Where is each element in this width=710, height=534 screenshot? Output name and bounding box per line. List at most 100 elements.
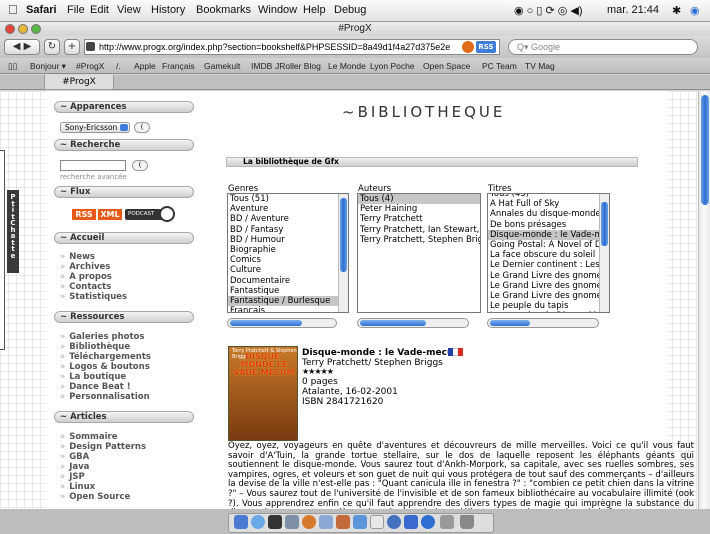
scrollbar-thumb[interactable] [230, 320, 302, 326]
bluetooth-icon[interactable]: ✱ [672, 4, 681, 17]
menu-safari[interactable]: Safari [26, 4, 57, 16]
sidebar-item-archives[interactable]: » Archives [60, 262, 110, 272]
status-icons[interactable]: ◉ ○ ▯ ⟳ ◎ ◀) [514, 4, 583, 17]
sidebar-item-a-propos[interactable]: » A propos [60, 272, 112, 282]
titres-option[interactable]: Les annales du Disque-Mon [488, 311, 609, 312]
titres-option[interactable]: Annales du disque-monde 0 [488, 209, 609, 219]
rss-feed-button[interactable]: RSS [72, 209, 96, 220]
rss-button[interactable]: RSS [476, 41, 496, 53]
tab-progx[interactable]: #ProgX [44, 75, 114, 90]
google-search-field[interactable]: Q▾ Google [508, 39, 698, 55]
bookmark-item[interactable]: Apple [134, 61, 156, 71]
titres-option[interactable]: Going Postal: A Novel of Dis [488, 240, 609, 250]
terminal-icon[interactable] [268, 515, 282, 529]
sidebar-item-logos[interactable]: » Logos & boutons [60, 362, 150, 372]
bookmark-item[interactable]: /. [116, 61, 121, 71]
titres-option[interactable]: Le peuple du tapis [488, 301, 609, 311]
search-field[interactable] [60, 160, 126, 171]
menu-history[interactable]: History [151, 4, 185, 16]
bookmark-item[interactable]: TV Mag [525, 61, 555, 71]
globe-icon[interactable] [421, 515, 435, 529]
sidebar-item-open-source[interactable]: » Open Source [60, 492, 130, 502]
trash-icon[interactable] [460, 515, 474, 529]
bookmark-item[interactable]: Le Monde [328, 61, 366, 71]
auteurs-option[interactable]: Terry Pratchett, Stephen Brigg [358, 235, 480, 245]
bookmark-item[interactable]: JRoller Blog [275, 61, 321, 71]
genres-option[interactable]: BD / Fantasy [228, 225, 348, 235]
sidebar-item-galeries[interactable]: » Galeries photos [60, 332, 144, 342]
auteurs-hscrollbar[interactable] [357, 318, 469, 328]
bookmark-item[interactable]: Lyon Poche [370, 61, 415, 71]
genres-option[interactable]: BD / Humour [228, 235, 348, 245]
xml-feed-button[interactable]: XML [98, 209, 122, 220]
firefox-icon[interactable] [302, 515, 316, 529]
calendar-icon[interactable] [370, 515, 384, 529]
titres-option[interactable]: Le Dernier continent : Les A [488, 260, 609, 270]
titres-vscrollbar[interactable] [599, 194, 609, 312]
safari-icon[interactable] [251, 515, 265, 529]
genres-option[interactable]: Tous (51) [228, 194, 348, 204]
podcast-icon[interactable] [159, 206, 175, 222]
titres-listbox[interactable]: Tous (43) A Hat Full of Sky Annales du dis… [487, 193, 610, 313]
genres-option[interactable]: Français [228, 306, 348, 312]
scrollbar-thumb[interactable] [490, 320, 530, 326]
sidebar-item-contacts[interactable]: » Contacts [60, 282, 111, 292]
scrollbar-thumb[interactable] [360, 320, 426, 326]
genres-option[interactable]: Biographie [228, 245, 348, 255]
titres-option[interactable]: A Hat Full of Sky [488, 199, 609, 209]
sidebar-item-bibliotheque[interactable]: » Bibliothèque [60, 342, 130, 352]
genres-option[interactable]: Fantastique / Burlesque [228, 295, 348, 307]
sidebar-item-dance-beat[interactable]: » Dance Beat ! [60, 382, 131, 392]
auteurs-option[interactable]: Terry Pratchett [358, 214, 480, 224]
genres-listbox[interactable]: Tous (51) Aventure BD / Aventure BD / Fanta… [227, 193, 349, 313]
scrollbar-thumb[interactable] [340, 198, 347, 272]
mail-icon[interactable] [285, 515, 299, 529]
genres-option[interactable]: Documentaire [228, 276, 348, 286]
theme-apply-button[interactable]: ( [134, 122, 150, 133]
address-bar[interactable]: http://www.progx.org/index.php?section=b… [84, 39, 500, 55]
bookmark-item[interactable]: Open Space [423, 61, 470, 71]
genres-option[interactable]: BD / Aventure [228, 214, 348, 224]
minimize-window-icon[interactable] [18, 24, 28, 34]
menu-edit[interactable]: Edit [90, 4, 109, 16]
sidebar-item-sommaire[interactable]: » Sommaire [60, 432, 118, 442]
bookmarks-book-icon[interactable]: ▯▯ [8, 61, 17, 72]
photo-icon[interactable] [336, 515, 350, 529]
chat-tab[interactable]: PtitChatte [7, 190, 19, 273]
genres-vscrollbar[interactable] [338, 194, 348, 312]
page-scrollbar[interactable] [698, 91, 710, 509]
menu-help[interactable]: Help [303, 4, 326, 16]
add-bookmark-button[interactable]: + [64, 39, 80, 55]
titres-hscrollbar[interactable] [487, 318, 599, 328]
bookmark-item[interactable]: Bonjour ▾ [30, 61, 66, 72]
sidebar-item-boutique[interactable]: » La boutique [60, 372, 126, 382]
titres-option[interactable]: Disque-monde : le Vade-me [488, 229, 609, 240]
spotlight-icon[interactable]: ◉ [690, 4, 700, 17]
auteurs-option[interactable]: Peter Haining [358, 204, 480, 214]
menu-window[interactable]: Window [258, 4, 297, 16]
menu-debug[interactable]: Debug [334, 4, 366, 16]
close-window-icon[interactable] [5, 24, 15, 34]
titres-option[interactable]: De bons présages [488, 220, 609, 230]
menu-view[interactable]: View [117, 4, 141, 16]
auteurs-option[interactable]: Tous (4) [358, 194, 480, 205]
bookmark-item[interactable]: Français [162, 61, 195, 71]
chat-app-icon[interactable] [387, 515, 401, 529]
titres-option[interactable]: Le Grand Livre des gnomes. [488, 291, 609, 301]
genres-option[interactable]: Culture [228, 265, 348, 275]
sidebar-item-java[interactable]: » Java [60, 462, 89, 472]
sidebar-item-telechargements[interactable]: » Téléchargements [60, 352, 151, 362]
reload-button[interactable]: ↻ [44, 39, 60, 55]
sidebar-item-statistiques[interactable]: » Statistiques [60, 292, 127, 302]
genres-hscrollbar[interactable] [227, 318, 337, 328]
menu-bookmarks[interactable]: Bookmarks [196, 4, 251, 16]
finder-icon[interactable] [234, 515, 248, 529]
bookmark-item[interactable]: Gamekult [204, 61, 240, 71]
auteurs-listbox[interactable]: Tous (4) Peter Haining Terry Pratchett Terr… [357, 193, 481, 313]
sidebar-item-personnalisation[interactable]: » Personnalisation [60, 392, 150, 402]
theme-select[interactable]: Sony-Ericsson [60, 122, 130, 133]
itunes-icon[interactable] [319, 515, 333, 529]
snapback-icon[interactable] [462, 41, 474, 53]
sidebar-item-gba[interactable]: » GBA [60, 452, 89, 462]
titres-option[interactable]: La face obscure du soleil [488, 250, 609, 260]
